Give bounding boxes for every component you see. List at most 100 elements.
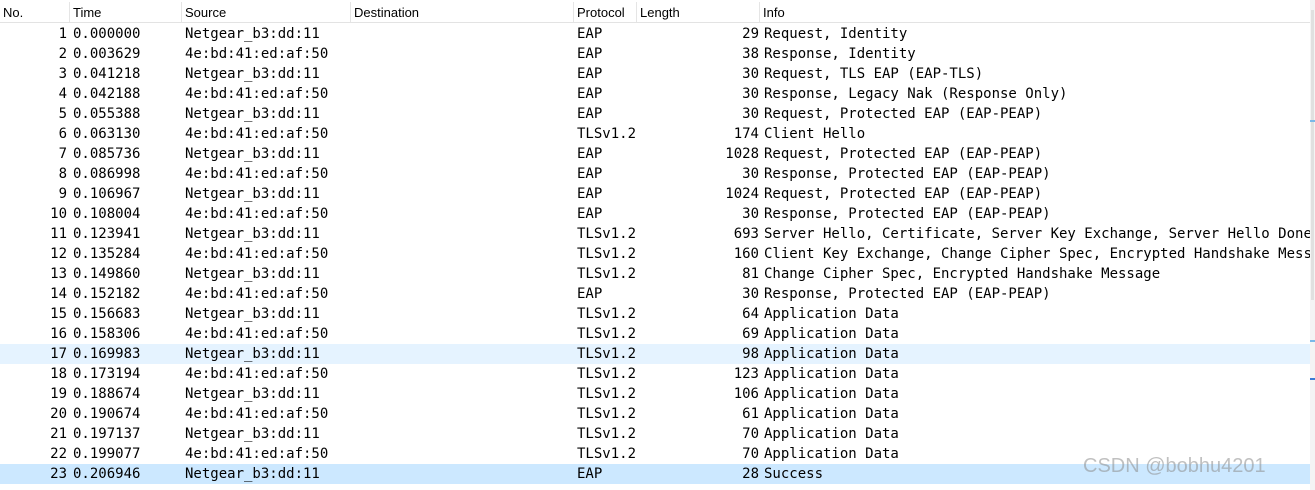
cell-length: 30	[742, 106, 759, 122]
cell-destination	[354, 304, 572, 324]
column-header-length[interactable]: Length	[637, 2, 760, 22]
cell-no: 16	[50, 326, 67, 342]
packet-row[interactable]: 18 0.173194 4e:bd:41:ed:af:50 TLSv1.2 123 App…	[0, 364, 1310, 384]
cell-time: 0.055388	[73, 106, 141, 122]
cell-destination	[354, 284, 572, 304]
cell-no: 19	[50, 386, 67, 402]
cell-source: Netgear_b3:dd:11	[185, 106, 320, 122]
cell-source: 4e:bd:41:ed:af:50	[185, 406, 329, 422]
packet-list[interactable]: No. Time Source Destination Protocol Len…	[0, 0, 1310, 490]
cell-no: 17	[50, 346, 67, 362]
cell-destination	[354, 444, 572, 464]
column-header-info[interactable]: Info	[760, 2, 1310, 22]
packet-row[interactable]: 19 0.188674 Netgear_b3:dd:11 TLSv1.2 106 Appl…	[0, 384, 1310, 404]
cell-time: 0.063130	[73, 126, 141, 142]
cell-source: Netgear_b3:dd:11	[185, 426, 320, 442]
cell-protocol: EAP	[577, 146, 603, 162]
packet-row[interactable]: 1 0.000000 Netgear_b3:dd:11 EAP 29 Request, I…	[0, 24, 1310, 44]
column-header-bar: No. Time Source Destination Protocol Len…	[0, 2, 1310, 23]
packet-row[interactable]: 6 0.063130 4e:bd:41:ed:af:50 TLSv1.2 174 Clie…	[0, 124, 1310, 144]
cell-source: Netgear_b3:dd:11	[185, 466, 320, 482]
packet-row[interactable]: 13 0.149860 Netgear_b3:dd:11 TLSv1.2 81 Chang…	[0, 264, 1310, 284]
cell-source: 4e:bd:41:ed:af:50	[185, 326, 329, 342]
cell-info: Change Cipher Spec, Encrypted Handshake …	[764, 266, 1161, 282]
cell-source: Netgear_b3:dd:11	[185, 346, 320, 362]
cell-protocol: EAP	[577, 106, 603, 122]
cell-source: Netgear_b3:dd:11	[185, 146, 320, 162]
column-header-no[interactable]: No.	[0, 2, 70, 22]
cell-source: 4e:bd:41:ed:af:50	[185, 86, 329, 102]
cell-no: 3	[58, 66, 67, 82]
column-header-protocol[interactable]: Protocol	[574, 2, 637, 22]
cell-info: Client Hello	[764, 126, 866, 142]
cell-source: Netgear_b3:dd:11	[185, 306, 320, 322]
cell-destination	[354, 324, 572, 344]
cell-source: 4e:bd:41:ed:af:50	[185, 126, 329, 142]
packet-row[interactable]: 21 0.197137 Netgear_b3:dd:11 TLSv1.2 70 Appli…	[0, 424, 1310, 444]
watermark: CSDN @bobhu4201	[1083, 455, 1266, 477]
cell-source: Netgear_b3:dd:11	[185, 26, 320, 42]
cell-length: 30	[742, 86, 759, 102]
cell-destination	[354, 144, 572, 164]
cell-info: Request, Protected EAP (EAP-PEAP)	[764, 186, 1043, 202]
packet-rows: 1 0.000000 Netgear_b3:dd:11 EAP 29 Request, I…	[0, 24, 1310, 484]
cell-time: 0.085736	[73, 146, 141, 162]
cell-info: Request, Identity	[764, 26, 908, 42]
cell-time: 0.000000	[73, 26, 141, 42]
cell-destination	[354, 24, 572, 44]
cell-length: 70	[742, 446, 759, 462]
cell-protocol: EAP	[577, 26, 603, 42]
cell-no: 6	[58, 126, 67, 142]
packet-row[interactable]: 4 0.042188 4e:bd:41:ed:af:50 EAP 30 Response,…	[0, 84, 1310, 104]
cell-protocol: EAP	[577, 206, 603, 222]
cell-time: 0.123941	[73, 226, 141, 242]
cell-length: 1024	[725, 186, 759, 202]
packet-row[interactable]: 2 0.003629 4e:bd:41:ed:af:50 EAP 38 Response,…	[0, 44, 1310, 64]
packet-row[interactable]: 10 0.108004 4e:bd:41:ed:af:50 EAP 30 Response…	[0, 204, 1310, 224]
column-header-time[interactable]: Time	[70, 2, 182, 22]
cell-info: Response, Protected EAP (EAP-PEAP)	[764, 166, 1051, 182]
vertical-scrollbar[interactable]	[1310, 0, 1315, 490]
cell-protocol: TLSv1.2	[577, 446, 637, 462]
packet-row[interactable]: 16 0.158306 4e:bd:41:ed:af:50 TLSv1.2 69 Appl…	[0, 324, 1310, 344]
cell-destination	[354, 464, 572, 484]
packet-row[interactable]: 9 0.106967 Netgear_b3:dd:11 EAP 1024 Request,…	[0, 184, 1310, 204]
cell-no: 23	[50, 466, 67, 482]
packet-row[interactable]: 14 0.152182 4e:bd:41:ed:af:50 EAP 30 Response…	[0, 284, 1310, 304]
cell-length: 64	[742, 306, 759, 322]
packet-row[interactable]: 3 0.041218 Netgear_b3:dd:11 EAP 30 Request, T…	[0, 64, 1310, 84]
packet-row[interactable]: 12 0.135284 4e:bd:41:ed:af:50 TLSv1.2 160 Cli…	[0, 244, 1310, 264]
cell-destination	[354, 84, 572, 104]
cell-protocol: EAP	[577, 66, 603, 82]
cell-length: 30	[742, 286, 759, 302]
cell-time: 0.041218	[73, 66, 141, 82]
cell-info: Request, TLS EAP (EAP-TLS)	[764, 66, 984, 82]
cell-length: 69	[742, 326, 759, 342]
cell-time: 0.173194	[73, 366, 141, 382]
packet-row[interactable]: 15 0.156683 Netgear_b3:dd:11 TLSv1.2 64 Appli…	[0, 304, 1310, 324]
cell-length: 98	[742, 346, 759, 362]
cell-time: 0.169983	[73, 346, 141, 362]
packet-row[interactable]: 8 0.086998 4e:bd:41:ed:af:50 EAP 30 Response,…	[0, 164, 1310, 184]
cell-destination	[354, 404, 572, 424]
cell-length: 81	[742, 266, 759, 282]
cell-time: 0.156683	[73, 306, 141, 322]
packet-row[interactable]: 5 0.055388 Netgear_b3:dd:11 EAP 30 Request, P…	[0, 104, 1310, 124]
cell-protocol: EAP	[577, 286, 603, 302]
packet-row[interactable]: 7 0.085736 Netgear_b3:dd:11 EAP 1028 Request,…	[0, 144, 1310, 164]
column-header-destination[interactable]: Destination	[351, 2, 574, 22]
packet-row[interactable]: 11 0.123941 Netgear_b3:dd:11 TLSv1.2 693 Serv…	[0, 224, 1310, 244]
packet-row[interactable]: 17 0.169983 Netgear_b3:dd:11 TLSv1.2 98 Appli…	[0, 344, 1310, 364]
cell-no: 5	[58, 106, 67, 122]
cell-source: 4e:bd:41:ed:af:50	[185, 246, 329, 262]
cell-no: 2	[58, 46, 67, 62]
column-header-source[interactable]: Source	[182, 2, 351, 22]
cell-protocol: EAP	[577, 186, 603, 202]
scrollbar-thumb[interactable]	[1311, 10, 1314, 300]
cell-no: 4	[58, 86, 67, 102]
cell-info: Response, Legacy Nak (Response Only)	[764, 86, 1068, 102]
cell-no: 13	[50, 266, 67, 282]
packet-row[interactable]: 20 0.190674 4e:bd:41:ed:af:50 TLSv1.2 61 Appl…	[0, 404, 1310, 424]
cell-no: 14	[50, 286, 67, 302]
cell-time: 0.106967	[73, 186, 141, 202]
